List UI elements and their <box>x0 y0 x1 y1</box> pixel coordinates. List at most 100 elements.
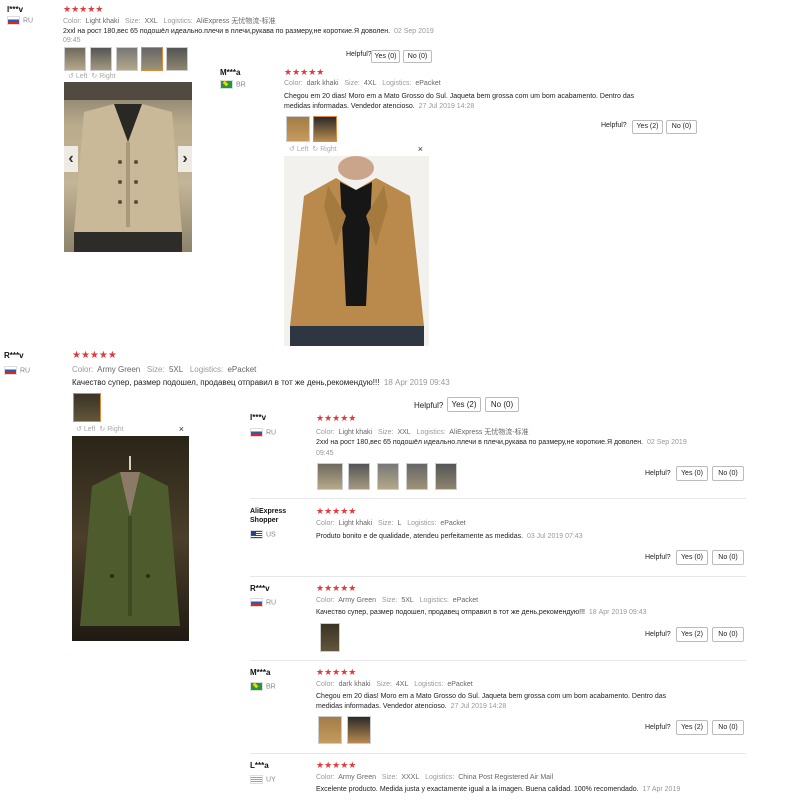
review-text-line-2: medidas informadas. Vendedor atencioso. … <box>316 703 507 710</box>
helpful-no-button[interactable]: No (0) <box>712 720 744 735</box>
helpful-no-button[interactable]: No (0) <box>485 397 519 412</box>
divider <box>250 753 746 754</box>
review-text: Качество супер, размер подошел, продавец… <box>72 378 450 387</box>
helpful-label: Helpful? <box>645 554 671 561</box>
review-thumbnail[interactable] <box>90 47 112 71</box>
reviewer-country: BR <box>220 80 246 89</box>
helpful-yes-button[interactable]: Yes (2) <box>447 397 481 412</box>
divider <box>250 660 746 661</box>
helpful-yes-button[interactable]: Yes (2) <box>676 627 708 642</box>
review-thumbnail[interactable] <box>318 716 342 744</box>
image-viewer-toolbar: ↺ Left ↻ Right × <box>76 424 184 434</box>
flag-uy-icon <box>250 775 263 784</box>
reviewer-country: RU <box>4 366 30 375</box>
review-thumbnail[interactable] <box>166 47 188 71</box>
review-meta: Color: dark khaki Size: 4XL Logistics: e… <box>284 80 441 87</box>
reviewer-country: RU <box>7 16 33 25</box>
reviewer-name: L***a <box>250 761 269 770</box>
review-thumbnail[interactable] <box>406 463 428 490</box>
jacket-photo-illustration <box>80 456 180 626</box>
reviewer-country: UY <box>250 775 276 784</box>
review-thumbnail[interactable] <box>116 47 138 71</box>
flag-br-icon <box>220 80 233 89</box>
rotate-right-icon[interactable]: ↻ <box>312 146 318 153</box>
helpful-label: Helpful? <box>414 401 444 410</box>
rating-stars: ★★★★★ <box>72 350 117 361</box>
reviewer-name: R***v <box>4 351 24 360</box>
review-thumbnail[interactable] <box>286 116 310 142</box>
review-meta: Color: Light khaki Size: XXL Logistics: … <box>63 18 276 25</box>
review-text: Качество супер, размер подошел, продавец… <box>316 609 647 616</box>
review-meta: Color: Light khaki Size: XXL Logistics: … <box>316 429 529 436</box>
flag-ru-icon <box>250 598 263 607</box>
review-thumbnail[interactable] <box>348 463 370 490</box>
review-thumbnail[interactable] <box>313 116 337 142</box>
reviewer-name: M***a <box>220 68 241 77</box>
prev-image-icon[interactable]: ‹ <box>64 146 78 172</box>
reviewer-name: M***a <box>250 668 271 677</box>
divider <box>250 576 746 577</box>
helpful-no-button[interactable]: No (0) <box>712 466 744 481</box>
rotate-left-icon[interactable]: ↺ <box>76 426 82 433</box>
divider <box>250 498 746 499</box>
helpful-no-button[interactable]: No (0) <box>403 50 432 63</box>
rating-stars: ★★★★★ <box>284 67 325 77</box>
review-thumbnail[interactable] <box>320 623 340 652</box>
reviewer-country: RU <box>250 428 276 437</box>
rotate-left-icon[interactable]: ↺ <box>289 146 295 153</box>
reviewer-name: R***v <box>250 584 270 593</box>
helpful-no-button[interactable]: No (0) <box>712 627 744 642</box>
review-meta: Color: Army Green Size: 5XL Logistics: e… <box>316 597 479 604</box>
reviewer-name: I***v <box>7 5 24 14</box>
close-icon[interactable]: × <box>179 424 184 434</box>
review-photo-large: ‹ › <box>64 82 192 252</box>
review-thumbnail[interactable] <box>435 463 457 490</box>
review-thumbnail[interactable] <box>64 47 86 71</box>
rating-stars: ★★★★★ <box>316 506 357 516</box>
helpful-yes-button[interactable]: Yes (0) <box>676 550 708 565</box>
review-thumbnail[interactable] <box>317 463 343 490</box>
flag-ru-icon <box>7 16 20 25</box>
review-thumbnail[interactable] <box>377 463 399 490</box>
helpful-no-button[interactable]: No (0) <box>666 120 697 134</box>
rotate-right-icon[interactable]: ↻ <box>91 73 97 80</box>
review-text: 2xxl на рост 180,вес 65 подошёл идеально… <box>316 439 687 446</box>
helpful-label: Helpful? <box>601 122 627 129</box>
reviewer-country: RU <box>250 598 276 607</box>
helpful-yes-button[interactable]: Yes (0) <box>371 50 400 63</box>
helpful-yes-button[interactable]: Yes (2) <box>676 720 708 735</box>
review-thumbnail[interactable] <box>347 716 371 744</box>
image-viewer-toolbar: ↺ Left ↻ Right × <box>289 144 423 154</box>
helpful-yes-button[interactable]: Yes (0) <box>676 466 708 481</box>
reviewer-country: BR <box>250 682 276 691</box>
flag-ru-icon <box>250 428 263 437</box>
rotate-right-icon[interactable]: ↻ <box>99 426 105 433</box>
flag-br-icon <box>250 682 263 691</box>
review-text: 2xxl на рост 180,вес 65 подошёл идеально… <box>63 28 434 35</box>
rating-stars: ★★★★★ <box>316 667 357 677</box>
review-text-line-1: Chegou em 20 dias! Moro em a Mato Grosso… <box>316 693 667 700</box>
review-meta: Color: Army Green Size: XXXL Logistics: … <box>316 774 554 781</box>
helpful-label: Helpful? <box>645 631 671 638</box>
rotate-left-icon[interactable]: ↺ <box>68 73 74 80</box>
next-image-icon[interactable]: › <box>178 146 192 172</box>
close-icon[interactable]: × <box>418 144 423 154</box>
reviewer-name: I***v <box>250 413 267 422</box>
image-viewer-toolbar: ↺ Left ↻ Right <box>68 73 116 80</box>
helpful-label: Helpful? <box>645 470 671 477</box>
rating-stars: ★★★★★ <box>316 760 357 770</box>
review-text: Chegou em 20 dias! Moro em a Mato Grosso… <box>284 93 635 110</box>
review-time: 09:45 <box>316 450 334 457</box>
helpful-no-button[interactable]: No (0) <box>712 550 744 565</box>
review-meta: Color: dark khaki Size: 4XL Logistics: e… <box>316 681 473 688</box>
review-photo-large <box>284 156 429 346</box>
review-thumbnail[interactable] <box>141 47 163 71</box>
helpful-label: Helpful? <box>346 51 372 58</box>
reviewer-name: AliExpress Shopper <box>250 508 287 524</box>
rating-stars: ★★★★★ <box>316 413 357 423</box>
review-thumbnail[interactable] <box>73 393 101 422</box>
jacket-photo-illustration <box>290 156 424 346</box>
rating-stars: ★★★★★ <box>316 583 357 593</box>
helpful-label: Helpful? <box>645 724 671 731</box>
helpful-yes-button[interactable]: Yes (2) <box>632 120 663 134</box>
